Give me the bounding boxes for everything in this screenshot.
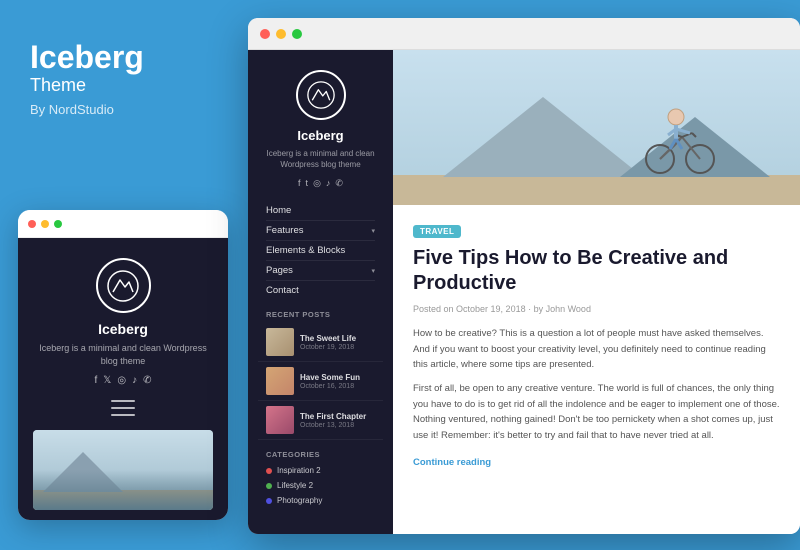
article-title: Five Tips How to Be Creative and Product…	[413, 246, 780, 296]
social-ph[interactable]: ✆	[143, 375, 151, 386]
brand-by: By NordStudio	[30, 102, 218, 117]
sidebar-nav: Home Features ▾ Elements & Blocks Pages …	[258, 201, 383, 300]
social-ig[interactable]: ◎	[117, 375, 126, 386]
article-meta: Posted on October 19, 2018 · by John Woo…	[413, 304, 780, 314]
brand-title: Iceberg	[30, 40, 218, 75]
hero-image	[393, 50, 800, 205]
recent-post-2[interactable]: Have Some Fun October 16, 2018	[258, 362, 383, 401]
recent-posts-title: RECENT POSTS	[258, 300, 383, 323]
post-thumb-3	[266, 406, 294, 434]
post-thumb-2	[266, 367, 294, 395]
browser-mockup: Iceberg Iceberg is a minimal and clean W…	[248, 18, 800, 534]
chevron-down-icon: ▾	[371, 227, 375, 235]
mobile-mockup: Iceberg Iceberg is a minimal and clean W…	[18, 210, 228, 520]
dot-green	[54, 220, 62, 228]
social-tw[interactable]: 𝕏	[103, 375, 111, 386]
browser-dot-green	[292, 29, 302, 39]
mobile-logo	[96, 258, 151, 313]
dot-yellow	[41, 220, 49, 228]
sidebar-social-icons: f t ◎ ♪ ✆	[298, 178, 343, 189]
recent-post-1[interactable]: The Sweet Life October 19, 2018	[258, 323, 383, 362]
post-thumb-1	[266, 328, 294, 356]
cat-dot-lifestyle	[266, 483, 272, 489]
sidebar-fb-icon[interactable]: f	[298, 178, 301, 189]
sidebar-tw-icon[interactable]: t	[306, 178, 309, 189]
mobile-desc: Iceberg is a minimal and clean Wordpress…	[33, 342, 213, 367]
sidebar-ph-icon[interactable]: ✆	[335, 178, 343, 189]
nav-features[interactable]: Features ▾	[266, 221, 375, 241]
cat-dot-inspiration	[266, 468, 272, 474]
article-tag: TRAVEL	[413, 225, 461, 238]
mobile-brand-name: Iceberg	[98, 321, 148, 337]
mountain-bg	[33, 470, 213, 510]
nav-contact[interactable]: Contact	[266, 281, 375, 300]
post-info-1: The Sweet Life October 19, 2018	[300, 334, 375, 351]
cat-photography[interactable]: Photography	[258, 493, 383, 508]
hero-sky	[393, 50, 800, 205]
nav-elements[interactable]: Elements & Blocks	[266, 241, 375, 261]
sidebar-brand-name: Iceberg	[297, 128, 343, 143]
mobile-social-icons: f 𝕏 ◎ ♪ ✆	[95, 375, 152, 386]
cat-dot-photography	[266, 498, 272, 504]
mobile-hamburger[interactable]	[111, 400, 135, 416]
sidebar-desc: Iceberg is a minimal and clean Wordpress…	[258, 148, 383, 170]
mobile-bottom-image	[33, 430, 213, 510]
cat-inspiration[interactable]: Inspiration 2	[258, 463, 383, 478]
nav-home[interactable]: Home	[266, 201, 375, 221]
categories-title: CATEGORIES	[258, 440, 383, 463]
cat-lifestyle[interactable]: Lifestyle 2	[258, 478, 383, 493]
browser-sidebar: Iceberg Iceberg is a minimal and clean W…	[248, 50, 393, 534]
mobile-content: Iceberg Iceberg is a minimal and clean W…	[18, 238, 228, 520]
hero-mountain-far	[443, 97, 643, 177]
sidebar-tk-icon[interactable]: ♪	[326, 178, 331, 189]
continue-reading-link[interactable]: Continue reading	[413, 457, 491, 468]
browser-titlebar	[248, 18, 800, 50]
browser-dot-red	[260, 29, 270, 39]
post-info-3: The First Chapter October 13, 2018	[300, 412, 375, 429]
brand-subtitle: Theme	[30, 75, 218, 96]
post-info-2: Have Some Fun October 16, 2018	[300, 373, 375, 390]
hero-ground	[393, 175, 800, 205]
main-content: TRAVEL Five Tips How to Be Creative and …	[393, 50, 800, 534]
social-fb[interactable]: f	[95, 375, 98, 386]
sidebar-ig-icon[interactable]: ◎	[313, 178, 321, 189]
article-para-1: How to be creative? This is a question a…	[413, 326, 780, 373]
article-para-2: First of all, be open to any creative ve…	[413, 381, 780, 444]
bike-person-icon	[640, 87, 720, 177]
mobile-titlebar	[18, 210, 228, 238]
left-panel: Iceberg Theme By NordStudio Iceberg Iceb…	[0, 0, 248, 550]
recent-post-3[interactable]: The First Chapter October 13, 2018	[258, 401, 383, 440]
chevron-down-icon-2: ▾	[371, 267, 375, 275]
browser-dot-yellow	[276, 29, 286, 39]
browser-body: Iceberg Iceberg is a minimal and clean W…	[248, 50, 800, 534]
article-body: TRAVEL Five Tips How to Be Creative and …	[393, 205, 800, 486]
sidebar-logo	[296, 70, 346, 120]
dot-red	[28, 220, 36, 228]
nav-pages[interactable]: Pages ▾	[266, 261, 375, 281]
social-tk[interactable]: ♪	[132, 375, 137, 386]
